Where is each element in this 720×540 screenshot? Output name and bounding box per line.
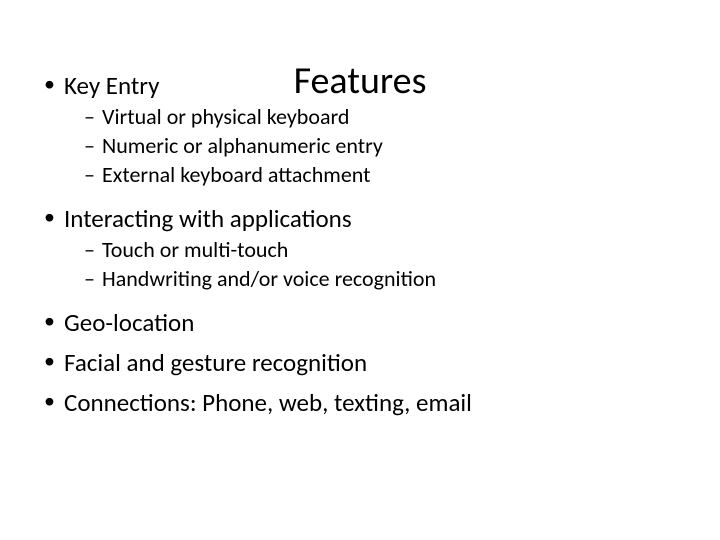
bullet-facial: Facial and gesture recognition [30, 347, 690, 379]
bullet-key-entry: Key Entry [30, 70, 690, 102]
sub-bullet: Handwriting and/or voice recognition [30, 264, 690, 293]
bullet-label: Facial and gesture recognition [64, 347, 367, 378]
bullet-geo: Geo-location [30, 307, 690, 339]
bullet-interacting: Interacting with applications [30, 203, 690, 235]
bullet-connections: Connections: Phone, web, texting, email [30, 387, 690, 419]
bullet-label: Connections: Phone, web, texting, email [64, 387, 472, 418]
sub-bullet: Touch or multi-touch [30, 235, 690, 264]
sub-bullet: Numeric or alphanumeric entry [30, 131, 690, 160]
sub-bullet: External keyboard attachment [30, 160, 690, 189]
slide-body: Key Entry Virtual or physical keyboard N… [30, 50, 690, 419]
sub-bullet: Virtual or physical keyboard [30, 102, 690, 131]
bullet-label: Geo-location [64, 307, 194, 338]
bullet-label: Interacting with applications [64, 203, 352, 234]
bullet-label: Key Entry [64, 70, 159, 101]
